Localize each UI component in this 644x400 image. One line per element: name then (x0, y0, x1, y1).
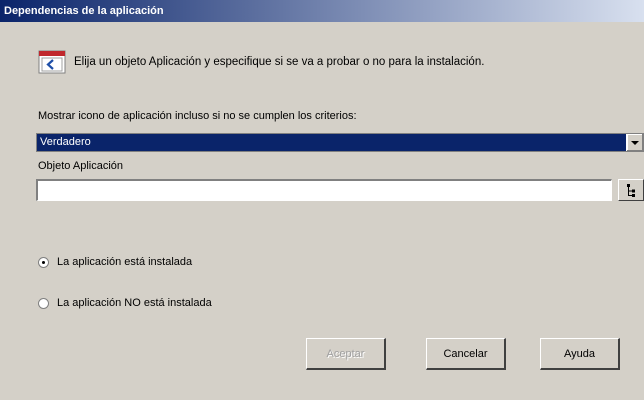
instructions-text: Elija un objeto Aplicación y especifique… (74, 56, 485, 68)
accept-button[interactable]: Aceptar (306, 338, 386, 370)
show-icon-select[interactable]: Verdadero (36, 133, 644, 152)
radio-not-installed-label: La aplicación NO está instalada (57, 297, 212, 309)
radio-not-installed[interactable]: La aplicación NO está instalada (38, 297, 212, 309)
window-title-bar: Dependencias de la aplicación (0, 0, 644, 22)
window-title: Dependencias de la aplicación (4, 5, 164, 17)
show-icon-selected-value: Verdadero (40, 136, 91, 148)
cancel-button[interactable]: Cancelar (426, 338, 506, 370)
browse-button[interactable] (618, 179, 644, 201)
app-object-label: Objeto Aplicación (38, 160, 123, 172)
radio-installed[interactable]: La aplicación está instalada (38, 256, 192, 268)
instructions-row: Elija un objeto Aplicación y especifique… (38, 48, 484, 76)
application-window-icon (38, 50, 66, 74)
help-button[interactable]: Ayuda (540, 338, 620, 370)
radio-not-installed-circle[interactable] (38, 297, 49, 309)
radio-installed-circle[interactable] (38, 256, 49, 268)
app-object-input[interactable] (36, 179, 612, 201)
browse-tree-icon (619, 180, 643, 200)
radio-installed-label: La aplicación está instalada (57, 256, 193, 268)
show-icon-label: Mostrar icono de aplicación incluso si n… (38, 110, 357, 122)
chevron-down-icon[interactable] (626, 134, 643, 151)
